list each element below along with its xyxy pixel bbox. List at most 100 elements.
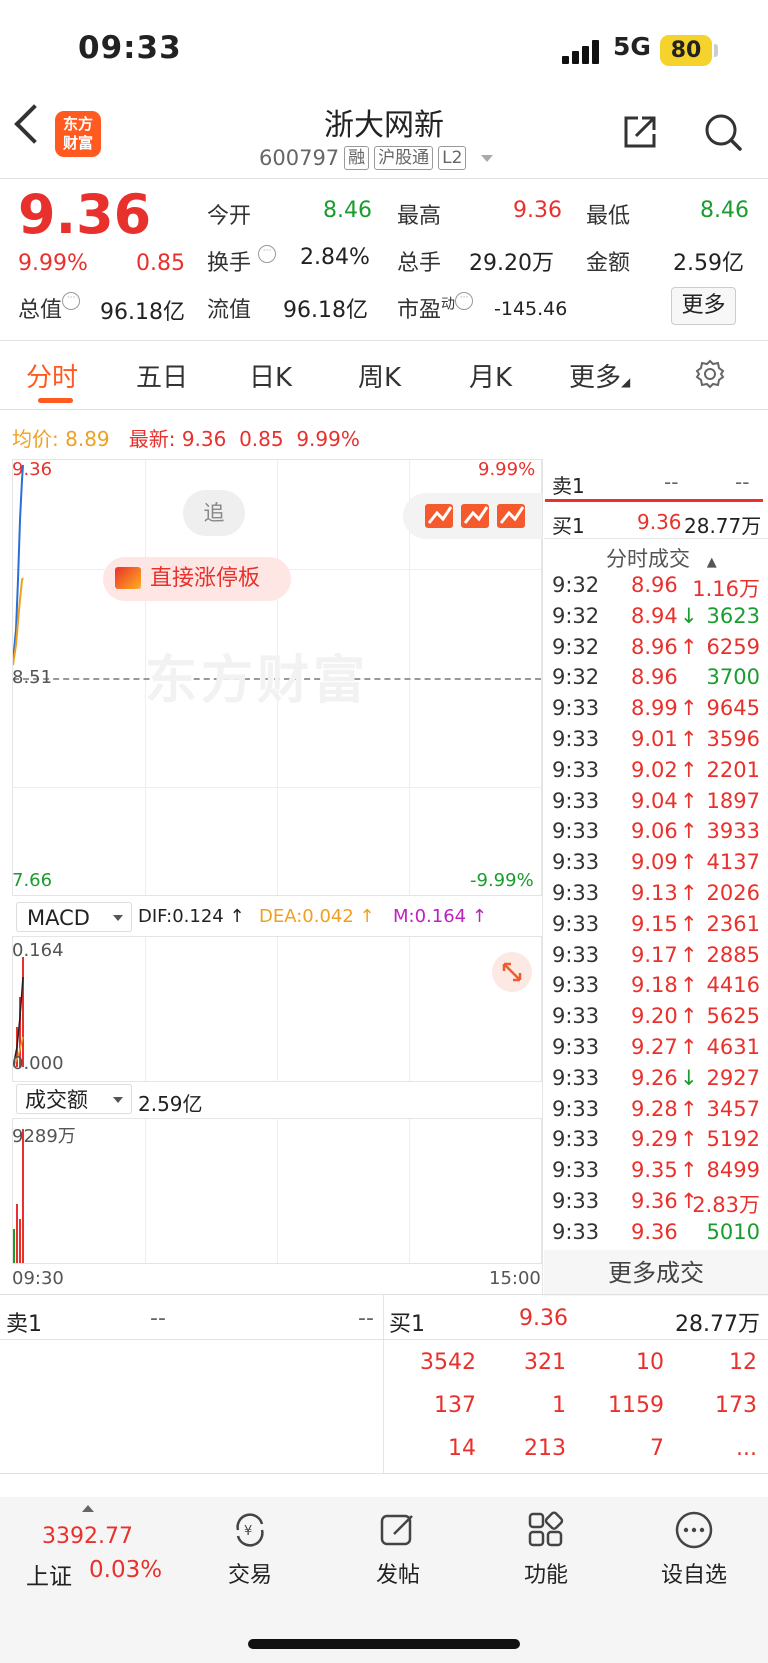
chevron-down-icon — [113, 1097, 123, 1103]
tab-monthly-k[interactable]: 月K — [469, 357, 512, 394]
pe-superscript: 动 — [441, 296, 456, 313]
more-dots-icon[interactable]: ··· — [62, 292, 81, 310]
trade-time: 9:32 — [552, 573, 600, 597]
tab-more[interactable]: 更多◢ — [569, 357, 630, 394]
volume-label: 总手 — [397, 251, 442, 276]
trade-price: 9.18 — [631, 973, 678, 998]
post-icon[interactable] — [378, 1510, 418, 1550]
trade-volume: 2361 — [706, 911, 760, 936]
queue-volume: 321 — [524, 1350, 566, 1375]
trade-direction: ↑ — [680, 942, 698, 967]
tab-intraday[interactable]: 分时 — [26, 357, 78, 394]
battery-icon: 80 — [660, 35, 712, 66]
trade-direction: ↑ — [680, 1127, 698, 1152]
macd-bottom-label: 0.000 — [12, 1053, 64, 1074]
change-amount: 0.85 — [136, 251, 185, 276]
more-circle-icon[interactable] — [674, 1510, 714, 1550]
queue-volume: 137 — [434, 1393, 476, 1418]
trade-icon[interactable]: ¥ — [230, 1510, 270, 1550]
watchlist-label[interactable]: 设自选 — [639, 1557, 749, 1589]
trade-time: 9:33 — [552, 757, 600, 782]
trade-row: 9:33 9.29 ↑ 5192 — [552, 1127, 760, 1158]
panel-divider — [542, 459, 543, 1294]
trade-direction: ↑ — [680, 788, 698, 813]
queue-volume: 14 — [448, 1436, 476, 1461]
trade-price: 9.09 — [631, 850, 678, 875]
trade-price: 9.28 — [631, 1096, 678, 1121]
tab-daily-k[interactable]: 日K — [249, 357, 292, 394]
trade-price: 9.27 — [631, 1035, 678, 1059]
trade-time: 9:33 — [552, 1096, 600, 1121]
trade-volume: 5625 — [706, 1004, 760, 1029]
volume-selector[interactable]: 成交额 — [16, 1084, 132, 1114]
stock-code-row[interactable]: 600797 融 沪股通 L2 — [259, 146, 494, 170]
expand-icon[interactable] — [492, 952, 532, 992]
more-dots-icon[interactable]: ··· — [455, 292, 474, 310]
volume-max-label: 9289万 — [12, 1126, 76, 1147]
status-time: 09:33 — [78, 30, 182, 66]
function-label[interactable]: 功能 — [491, 1557, 601, 1589]
limit-up-button[interactable]: 直接涨停板 — [103, 557, 291, 601]
queue-volume: ... — [736, 1436, 757, 1461]
trades-title[interactable]: 分时成交 ▲ — [606, 543, 717, 573]
trade-row: 9:33 8.99 ↑ 9645 — [552, 696, 760, 727]
latest-pct: 9.99% — [296, 427, 360, 451]
avg-value: 8.89 — [65, 427, 110, 451]
trade-row: 9:33 9.01 ↑ 3596 — [552, 727, 760, 758]
pe-label: 市盈动 ··· — [397, 292, 474, 324]
tab-weekly-k[interactable]: 周K — [358, 357, 401, 394]
divider — [0, 1339, 768, 1340]
macd-lines — [13, 957, 24, 1068]
trade-price: 8.96 — [631, 634, 678, 659]
more-dots-icon[interactable]: ··· — [258, 245, 277, 263]
macd-dif: DIF:0.124 ↑ — [138, 906, 245, 927]
volume-chart[interactable] — [12, 1118, 542, 1264]
trend-badge[interactable] — [403, 493, 543, 539]
trade-time: 9:33 — [552, 1035, 600, 1059]
pe-label-text: 市盈 — [397, 298, 442, 323]
trade-row: 9:33 9.09 ↑ 4137 — [552, 850, 760, 881]
home-indicator[interactable] — [248, 1639, 520, 1649]
ob-sell-price: -- — [150, 1306, 166, 1331]
index-name[interactable]: 上证 — [26, 1557, 72, 1591]
more-trades-button[interactable]: 更多成交 — [544, 1250, 768, 1296]
macd-selector[interactable]: MACD — [16, 902, 132, 932]
search-icon[interactable] — [703, 112, 743, 152]
open-label: 今开 — [207, 204, 252, 229]
rp-buy1-vol: 28.77万 — [684, 514, 762, 538]
post-label[interactable]: 发帖 — [343, 1557, 453, 1589]
function-icon[interactable] — [526, 1510, 566, 1550]
trade-volume: 2.83万 — [692, 1193, 760, 1217]
high-label: 最高 — [397, 204, 442, 229]
trade-time: 9:33 — [552, 973, 600, 998]
trade-label[interactable]: 交易 — [195, 1557, 305, 1589]
index-pct[interactable]: 0.03% — [89, 1557, 162, 1583]
index-value[interactable]: 3392.77 — [42, 1524, 133, 1549]
queue-volume: 1 — [552, 1393, 566, 1418]
trade-time: 9:33 — [552, 696, 600, 721]
chase-button[interactable]: 追 — [183, 490, 245, 536]
tab-five-day[interactable]: 五日 — [136, 357, 188, 394]
trade-time: 9:33 — [552, 1127, 600, 1152]
divider — [0, 340, 768, 341]
rp-sell1-price: -- — [664, 470, 679, 494]
trade-price: 9.13 — [631, 881, 678, 905]
share-icon[interactable] — [620, 112, 660, 152]
chevron-down-icon — [481, 154, 494, 162]
more-button[interactable]: 更多 — [671, 287, 736, 325]
trade-price: 9.06 — [631, 819, 678, 844]
trade-price: 9.29 — [631, 1127, 678, 1152]
queue-volume: 1159 — [608, 1393, 664, 1418]
macd-chart[interactable] — [12, 936, 542, 1082]
volume-amount: 2.59亿 — [138, 1092, 203, 1116]
float-value: 96.18亿 — [283, 298, 368, 323]
rp-buy1-label: 买1 — [552, 514, 585, 538]
gear-icon[interactable] — [695, 359, 725, 389]
ob-buy-price: 9.36 — [519, 1306, 568, 1331]
fire-icon — [115, 567, 141, 589]
trade-volume: 2885 — [706, 942, 760, 967]
ob-buy-vol: 28.77万 — [675, 1312, 760, 1337]
connect-tag: 沪股通 — [374, 146, 434, 170]
volume-value: 29.20万 — [469, 251, 554, 276]
rp-sell1-vol: -- — [735, 470, 750, 494]
